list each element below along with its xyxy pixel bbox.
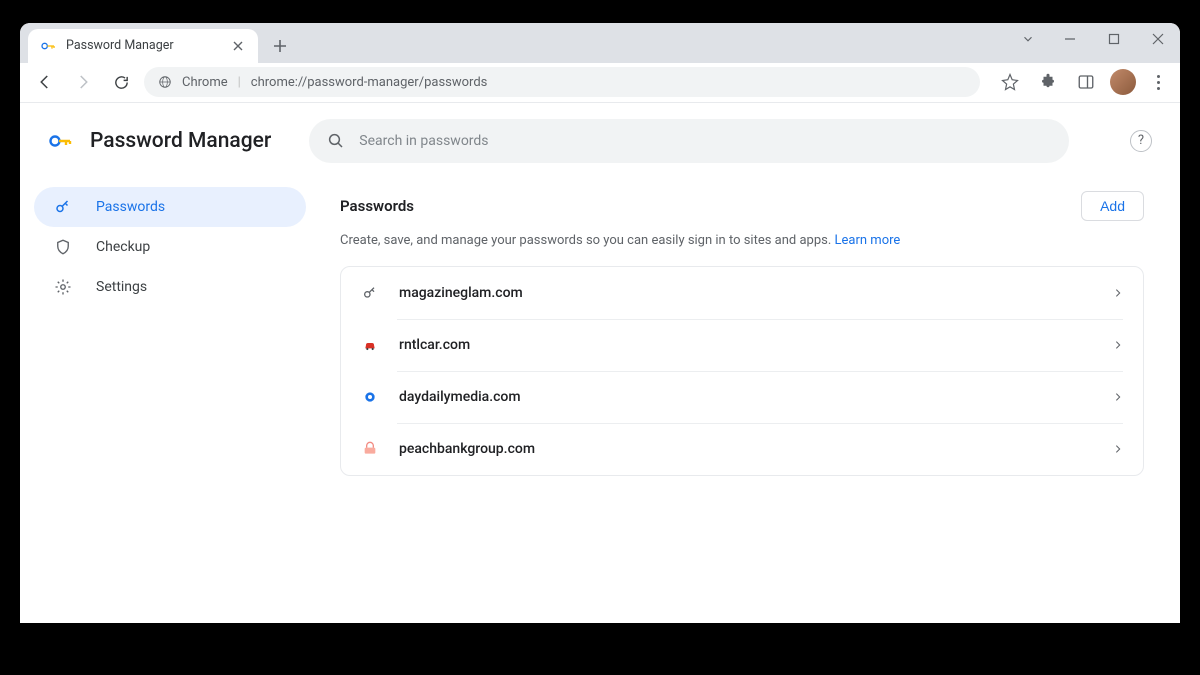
password-row[interactable]: daydailymedia.com — [341, 371, 1143, 423]
password-row[interactable]: magazineglam.com — [341, 267, 1143, 319]
maximize-button[interactable] — [1092, 23, 1136, 55]
chevron-right-icon — [1113, 392, 1123, 402]
omnibox-scheme-label: Chrome — [182, 75, 228, 90]
back-button[interactable] — [30, 67, 60, 97]
address-bar[interactable]: Chrome | chrome://password-manager/passw… — [144, 67, 980, 97]
omnibox-separator: | — [238, 75, 241, 90]
password-manager-logo-icon — [48, 129, 72, 153]
key-icon — [40, 38, 56, 54]
site-favicon-icon — [361, 336, 379, 354]
new-tab-button[interactable] — [266, 32, 294, 60]
browser-tab[interactable]: Password Manager — [28, 29, 258, 63]
browser-toolbar: Chrome | chrome://password-manager/passw… — [20, 63, 1180, 103]
app-title: Password Manager — [90, 129, 271, 153]
main-panel: Passwords Add Create, save, and manage y… — [320, 171, 1180, 623]
search-input[interactable]: Search in passwords — [309, 119, 1069, 163]
add-password-button[interactable]: Add — [1081, 191, 1144, 221]
key-icon — [54, 198, 72, 216]
toolbar-actions — [988, 68, 1170, 96]
chevron-right-icon — [1113, 340, 1123, 350]
section-title: Passwords — [340, 197, 414, 215]
omnibox-url: chrome://password-manager/passwords — [251, 75, 488, 90]
sidebar-item-label: Checkup — [96, 239, 150, 255]
app-content: Password Manager Search in passwords ? — [20, 103, 1180, 623]
section-description: Create, save, and manage your passwords … — [340, 233, 1144, 248]
profile-avatar[interactable] — [1110, 69, 1136, 95]
bookmark-star-icon[interactable] — [996, 68, 1024, 96]
password-site-label: rntlcar.com — [399, 337, 470, 353]
site-favicon-icon — [361, 388, 379, 406]
password-row[interactable]: rntlcar.com — [341, 319, 1143, 371]
password-row[interactable]: peachbankgroup.com — [341, 423, 1143, 475]
side-panel-icon[interactable] — [1072, 68, 1100, 96]
minimize-button[interactable] — [1048, 23, 1092, 55]
shield-icon — [54, 238, 72, 256]
chevron-right-icon — [1113, 288, 1123, 298]
gear-icon — [54, 278, 72, 296]
sidebar-item-label: Settings — [96, 279, 147, 295]
app-header: Password Manager Search in passwords ? — [20, 103, 1180, 171]
forward-button[interactable] — [68, 67, 98, 97]
site-favicon-icon — [361, 284, 379, 302]
sidebar-item-checkup[interactable]: Checkup — [34, 227, 306, 267]
close-window-button[interactable] — [1136, 23, 1180, 55]
password-site-label: peachbankgroup.com — [399, 441, 535, 457]
site-info-icon[interactable] — [158, 75, 172, 89]
extensions-puzzle-icon[interactable] — [1034, 68, 1062, 96]
password-list: magazineglam.com rntlcar.com — [340, 266, 1144, 476]
learn-more-link[interactable]: Learn more — [835, 233, 901, 248]
reload-button[interactable] — [106, 67, 136, 97]
site-favicon-icon — [361, 440, 379, 458]
search-icon — [327, 132, 345, 150]
search-placeholder: Search in passwords — [359, 133, 488, 149]
tab-strip: Password Manager — [20, 23, 1180, 63]
sidebar-item-passwords[interactable]: Passwords — [34, 187, 306, 227]
sidebar-item-label: Passwords — [96, 199, 165, 215]
password-site-label: magazineglam.com — [399, 285, 523, 301]
tab-search-chevron-icon[interactable] — [1008, 23, 1048, 55]
sidebar-item-settings[interactable]: Settings — [34, 267, 306, 307]
browser-window: Password Manager — [20, 23, 1180, 623]
window-controls — [1008, 23, 1180, 55]
chevron-right-icon — [1113, 444, 1123, 454]
help-icon[interactable]: ? — [1130, 130, 1152, 152]
chrome-menu-icon[interactable] — [1146, 75, 1170, 90]
sidebar: Passwords Checkup Settings — [20, 171, 320, 623]
tab-title: Password Manager — [66, 38, 220, 53]
tab-close-icon[interactable] — [230, 38, 246, 54]
password-site-label: daydailymedia.com — [399, 389, 521, 405]
